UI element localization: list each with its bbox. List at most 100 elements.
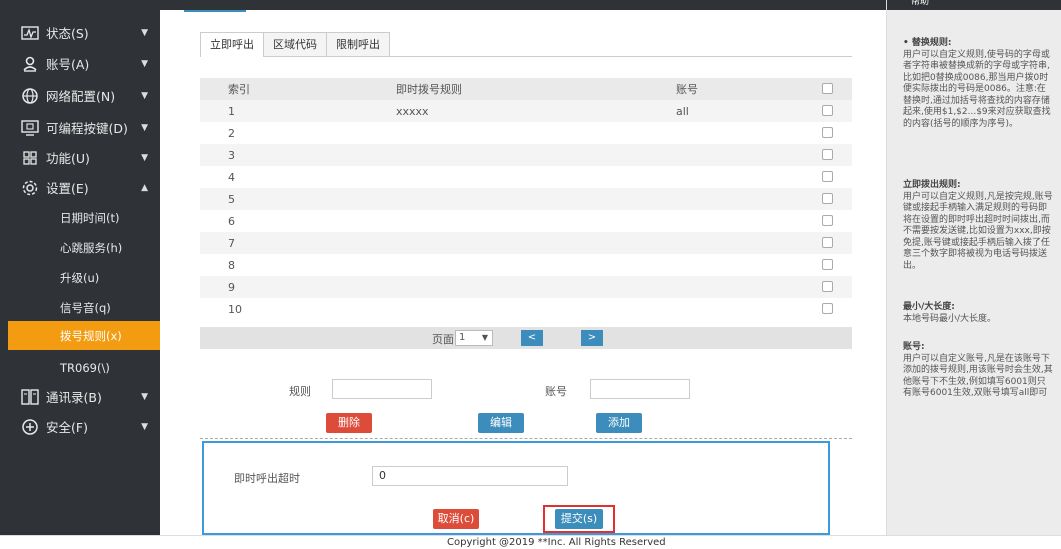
next-page-button[interactable]: > xyxy=(581,330,603,346)
caret-down-icon: ▼ xyxy=(141,391,148,402)
edit-button[interactable]: 编辑 xyxy=(478,413,524,433)
row-checkbox[interactable] xyxy=(822,149,833,160)
timeout-settings-box: 即时呼出超时 0 取消(c) 提交(s) xyxy=(202,441,830,535)
sidebar-item-network[interactable]: 网络配置(N) ▼ xyxy=(8,81,160,110)
col-header-rule: 即时拨号规则 xyxy=(396,83,462,96)
help-text: 本地号码最小/大长度。 xyxy=(903,313,997,324)
sidebar-item-label: 通讯录(B) xyxy=(46,390,102,405)
tab-bar: 立即呼出 区域代码 限制呼出 xyxy=(200,32,390,57)
table-row: 5 xyxy=(200,188,852,210)
caret-down-icon: ▼ xyxy=(141,27,148,38)
help-heading: 账号: xyxy=(903,342,925,352)
sidebar-item-label: 安全(F) xyxy=(46,420,88,435)
caret-down-icon: ▼ xyxy=(141,152,148,163)
row-checkbox[interactable] xyxy=(822,259,833,270)
tab-restricted-dial[interactable]: 限制呼出 xyxy=(326,32,390,56)
sidebar-item-label: 状态(S) xyxy=(46,26,89,41)
delete-button[interactable]: 删除 xyxy=(326,413,372,433)
cell-index: 6 xyxy=(228,214,235,228)
select-all-checkbox[interactable] xyxy=(822,83,833,94)
sidebar-item-label: 可编程按键(D) xyxy=(46,121,128,136)
row-checkbox[interactable] xyxy=(822,127,833,138)
cell-index: 1 xyxy=(228,104,235,118)
table-row: 9 xyxy=(200,276,852,298)
rule-input[interactable] xyxy=(332,379,432,399)
sidebar-item-label: 网络配置(N) xyxy=(46,89,116,104)
submit-button[interactable]: 提交(s) xyxy=(555,509,603,529)
cell-index: 7 xyxy=(228,236,235,250)
sidebar-item-account[interactable]: 账号(A) ▼ xyxy=(8,49,160,78)
submit-highlight: 提交(s) xyxy=(543,505,615,533)
rule-label: 规则 xyxy=(289,385,311,398)
help-text: 用户可以自定义规则,凡是按完规,账号键或接起手柄输入满足规则的号码即将在设置的即… xyxy=(903,191,1053,271)
sidebar-item-programmable-keys[interactable]: 可编程按键(D) ▼ xyxy=(8,113,160,142)
row-checkbox[interactable] xyxy=(822,303,833,314)
tab-immediate-dial[interactable]: 立即呼出 xyxy=(200,32,264,57)
help-replace-rule: • 替换规则: 用户可以自定义规则,使号码的字母或者字符串被替换成新的字母或字符… xyxy=(903,38,1053,130)
section-tab-indicator xyxy=(184,10,246,12)
sidebar-item-label: 账号(A) xyxy=(46,57,90,72)
row-checkbox[interactable] xyxy=(822,281,833,292)
cell-index: 5 xyxy=(228,192,235,206)
sidebar-item-features[interactable]: 功能(U) ▼ xyxy=(8,143,160,172)
sidebar: 状态(S) ▼ 账号(A) ▼ 网络配置(N) ▼ 可编程按键(D) ▼ 功能(… xyxy=(8,10,160,535)
page-select[interactable]: 1 ▼ xyxy=(455,330,493,346)
book-icon xyxy=(20,387,40,407)
row-checkbox[interactable] xyxy=(822,237,833,248)
status-monitor-icon xyxy=(20,23,40,43)
sidebar-item-security[interactable]: 安全(F) ▼ xyxy=(8,412,160,441)
cell-rule: xxxxx xyxy=(396,104,429,118)
row-checkbox[interactable] xyxy=(822,193,833,204)
cell-index: 10 xyxy=(228,302,242,316)
gear-icon xyxy=(20,178,40,198)
caret-down-icon: ▼ xyxy=(141,90,148,101)
sidebar-subitem-tones[interactable]: 信号音(q) xyxy=(8,293,160,322)
pagination-bar: 页面 1 ▼ < > xyxy=(200,327,852,349)
caret-up-icon: ▲ xyxy=(141,182,148,193)
help-heading: 立即拨出规则: xyxy=(903,180,961,190)
sidebar-subitem-dial-rules[interactable]: 拨号规则(x) xyxy=(8,321,160,350)
help-header: 帮助 xyxy=(887,0,1061,10)
user-icon xyxy=(20,54,40,74)
grid-icon xyxy=(20,148,40,168)
tab-area-code[interactable]: 区域代码 xyxy=(263,32,327,56)
sidebar-subitem-heartbeat[interactable]: 心跳服务(h) xyxy=(8,233,160,262)
cell-index: 2 xyxy=(228,126,235,140)
sidebar-subitem-datetime[interactable]: 日期时间(t) xyxy=(8,203,160,232)
sidebar-item-settings[interactable]: 设置(E) ▲ xyxy=(8,173,160,202)
dial-rule-table: 索引 即时拨号规则 账号 1 xxxxx all 2 3 4 5 6 7 8 9 1… xyxy=(200,78,852,320)
chevron-down-icon: ▼ xyxy=(481,333,488,342)
sidebar-item-phonebook[interactable]: 通讯录(B) ▼ xyxy=(8,382,160,411)
page-select-value: 1 xyxy=(459,332,466,343)
footer: Copyright @2019 **Inc. All Rights Reserv… xyxy=(0,535,1061,549)
left-edge xyxy=(0,0,8,549)
timeout-input[interactable]: 0 xyxy=(372,466,568,486)
row-checkbox[interactable] xyxy=(822,105,833,116)
cancel-button[interactable]: 取消(c) xyxy=(433,509,479,529)
cell-index: 4 xyxy=(228,170,235,184)
help-text: 用户可以自定义规则,使号码的字母或者字符串被替换成新的字母或字符串,比如把0替换… xyxy=(903,49,1051,129)
add-button[interactable]: 添加 xyxy=(596,413,642,433)
sidebar-subitem-tr069[interactable]: TR069(\) xyxy=(8,353,160,382)
help-heading: 最小/大长度: xyxy=(903,302,955,312)
cell-index: 8 xyxy=(228,258,235,272)
sidebar-subitem-upgrade[interactable]: 升级(u) xyxy=(8,263,160,292)
table-row: 7 xyxy=(200,232,852,254)
cell-index: 9 xyxy=(228,280,235,294)
table-row: 6 xyxy=(200,210,852,232)
prev-page-button[interactable]: < xyxy=(521,330,543,346)
cell-index: 3 xyxy=(228,148,235,162)
sidebar-item-label: 功能(U) xyxy=(46,151,90,166)
sidebar-item-status[interactable]: 状态(S) ▼ xyxy=(8,18,160,47)
col-header-index: 索引 xyxy=(228,83,250,96)
page-label: 页面 xyxy=(432,333,454,346)
caret-down-icon: ▼ xyxy=(141,122,148,133)
table-row: 10 xyxy=(200,298,852,320)
main-content: 立即呼出 区域代码 限制呼出 索引 即时拨号规则 账号 1 xxxxx all 2 … xyxy=(160,10,886,535)
row-checkbox[interactable] xyxy=(822,215,833,226)
row-checkbox[interactable] xyxy=(822,171,833,182)
network-globe-icon xyxy=(20,86,40,106)
account-input[interactable] xyxy=(590,379,690,399)
col-header-account: 账号 xyxy=(676,83,698,96)
table-row: 3 xyxy=(200,144,852,166)
